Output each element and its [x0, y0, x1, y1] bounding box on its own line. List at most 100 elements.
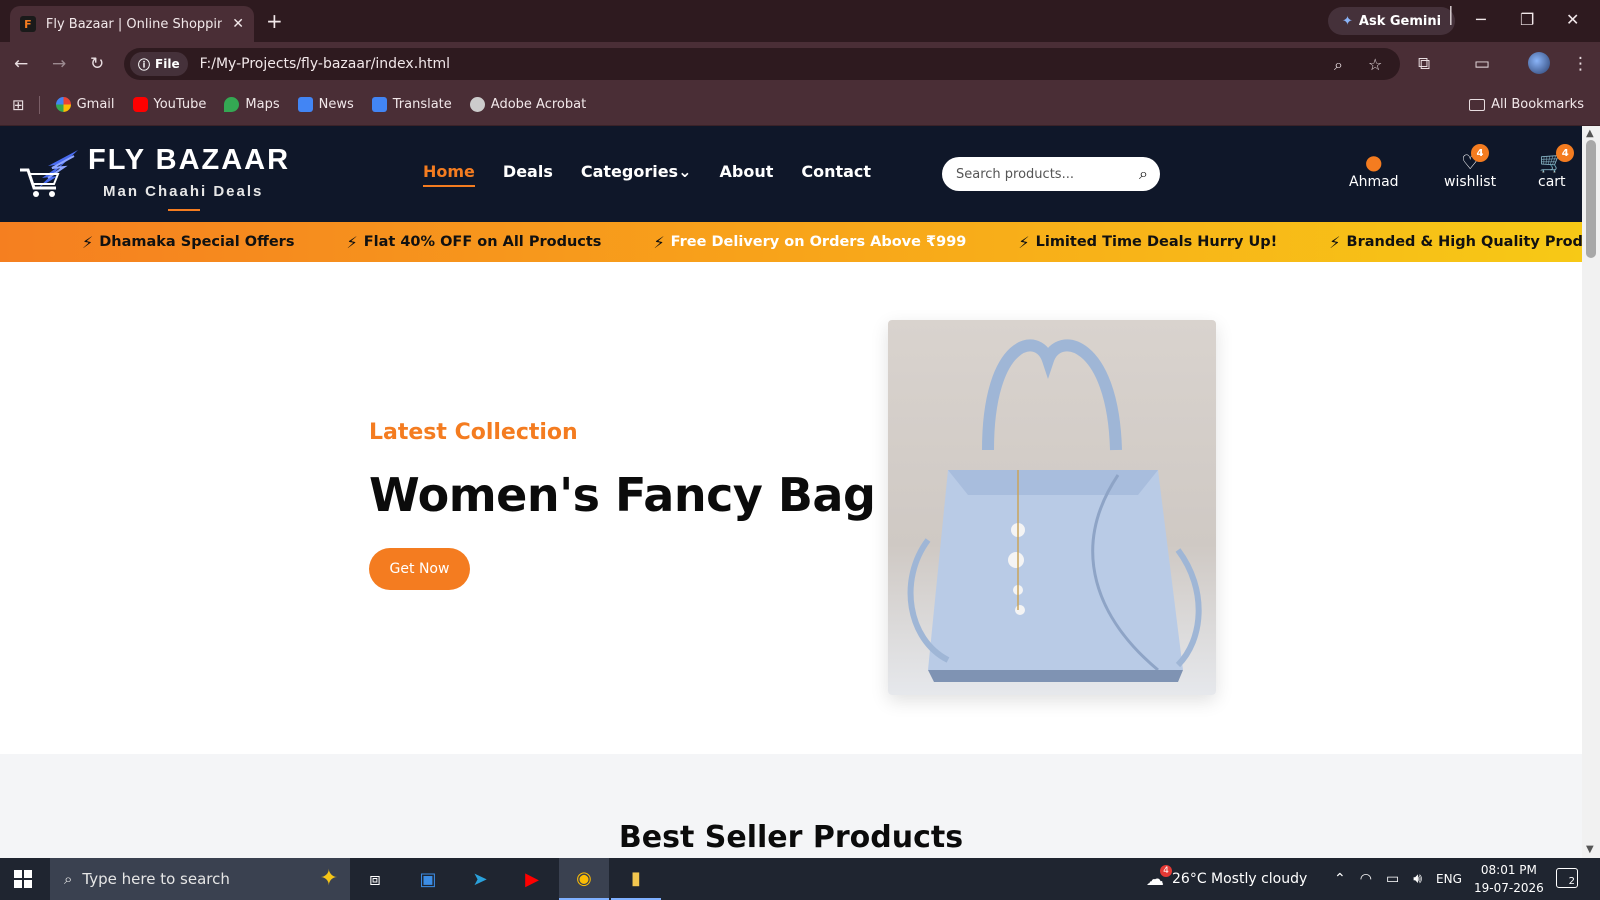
chevron-up-icon[interactable]: ⌃ [1334, 871, 1346, 887]
taskbar-search[interactable]: ⌕ Type here to search ✦ [50, 858, 350, 900]
ask-gemini-button[interactable]: ✦ Ask Gemini [1328, 7, 1456, 35]
browser-tab[interactable]: F Fly Bazaar | Online Shopping fo ✕ [10, 6, 254, 42]
battery-icon[interactable]: ▭ [1386, 871, 1399, 887]
ticker-item: ⚡ Flat 40% OFF on All Products [346, 233, 601, 252]
clock-time: 08:01 PM [1480, 863, 1537, 877]
bookmark-adobe-acrobat[interactable]: Adobe Acrobat [469, 97, 587, 112]
hero-product-image[interactable] [888, 320, 1216, 695]
language-indicator[interactable]: ENG [1436, 872, 1462, 886]
nav-deals[interactable]: Deals [503, 162, 553, 181]
task-view-icon[interactable]: ⧈ [350, 858, 400, 900]
cart-button[interactable]: 🛒 4 cart [1538, 144, 1575, 190]
copilot-sparkle-icon[interactable]: ✦ [320, 866, 338, 891]
cart-wing-logo-icon[interactable] [18, 148, 80, 200]
bookmark-youtube[interactable]: YouTube [132, 97, 206, 112]
minimize-icon[interactable]: ─ [1476, 10, 1486, 29]
wifi-icon[interactable]: ◠ [1360, 871, 1372, 887]
extensions-icon[interactable]: ⧉ [1418, 54, 1430, 74]
file-explorer-icon[interactable]: ▮ [611, 858, 661, 900]
scroll-thumb[interactable] [1586, 140, 1596, 258]
search-input[interactable] [956, 166, 1140, 182]
notification-count: 2 [1568, 876, 1575, 887]
lightning-icon: ⚡ [1329, 232, 1341, 252]
site-favicon: F [20, 16, 36, 32]
system-clock[interactable]: 08:01 PM 19-07-2026 [1474, 861, 1544, 897]
news-icon [297, 97, 313, 112]
bookmark-maps[interactable]: Maps [224, 97, 280, 112]
folder-icon [1469, 98, 1486, 111]
zoom-icon[interactable]: ⌕ [1334, 55, 1343, 75]
lightning-icon: ⚡ [653, 232, 665, 252]
close-icon[interactable]: ✕ [232, 16, 244, 32]
chevron-down-icon: ⌄ [678, 162, 692, 181]
tab-title: Fly Bazaar | Online Shopping fo [45, 16, 223, 32]
wishlist-button[interactable]: ♡ 4 wishlist [1444, 144, 1497, 190]
bookmark-gmail[interactable]: Gmail [55, 97, 115, 112]
file-chip-label: File [155, 57, 180, 71]
ticker-text: Free Delivery on Orders Above ₹999 [670, 234, 967, 250]
site-header: FLY BAZAAR Man Chaahi Deals Home Deals C… [0, 126, 1582, 222]
new-tab-button[interactable]: + [266, 9, 283, 33]
wishlist-label: wishlist [1444, 174, 1497, 190]
all-bookmarks-button[interactable]: All Bookmarks [1469, 97, 1584, 112]
ticker-item: ⚡ Dhamaka Special Offers [82, 233, 294, 252]
windows-start-icon[interactable] [14, 870, 32, 888]
bookmark-label: Adobe Acrobat [490, 97, 587, 112]
bookmarks-bar: ⊞ Gmail YouTube Maps News Translate Adob… [0, 84, 1600, 126]
nav-contact[interactable]: Contact [801, 162, 871, 181]
weather-widget[interactable]: ☁ 4 26°C Mostly cloudy [1146, 858, 1307, 900]
tagline-underline [168, 209, 200, 211]
bookmark-news[interactable]: News [297, 97, 354, 112]
clock-date: 19-07-2026 [1474, 881, 1544, 895]
brand-name[interactable]: FLY BAZAAR [88, 144, 290, 177]
get-now-button[interactable]: Get Now [369, 548, 470, 590]
ticker-text: Flat 40% OFF on All Products [363, 234, 602, 250]
telegram-icon[interactable]: ➤ [455, 858, 505, 900]
forward-icon[interactable]: → [52, 54, 66, 74]
user-account-button[interactable]: ● Ahmad [1349, 150, 1399, 190]
tab-search-icon[interactable]: ▭ [1474, 54, 1490, 74]
ask-gemini-label: Ask Gemini [1358, 13, 1442, 29]
bookmarks-separator [38, 95, 40, 114]
maps-icon [224, 97, 240, 112]
translate-icon [371, 97, 387, 112]
scroll-down-icon[interactable]: ▼ [1586, 844, 1594, 855]
bookmark-translate[interactable]: Translate [371, 97, 452, 112]
bookmark-star-icon[interactable]: ☆ [1368, 55, 1382, 74]
restore-icon[interactable]: ❐ [1520, 10, 1534, 29]
notification-icon[interactable]: 2 [1556, 868, 1578, 888]
best-seller-section: Best Seller Products [0, 754, 1582, 858]
volume-icon[interactable]: 🔊︎ [1413, 871, 1422, 887]
search-icon[interactable]: ⌕ [1139, 164, 1148, 184]
apps-grid-icon[interactable]: ⊞ [12, 96, 25, 114]
search-icon: ⌕ [64, 870, 73, 888]
address-bar[interactable]: ⓘ File F:/My-Projects/fly-bazaar/index.h… [124, 48, 1400, 80]
chrome-icon[interactable]: ◉ [559, 858, 609, 900]
reload-icon[interactable]: ↻ [90, 54, 104, 74]
wishlist-count-badge: 4 [1471, 144, 1489, 162]
page-scrollbar[interactable]: ▲ ▼ [1582, 126, 1600, 858]
youtube-icon [132, 97, 148, 112]
menu-icon[interactable]: ⋮ [1572, 54, 1589, 74]
nav-home[interactable]: Home [423, 162, 475, 187]
hero-section: Latest Collection Women's Fancy Bag Get … [0, 262, 1582, 752]
cart-icon: 🛒 4 [1539, 144, 1575, 174]
youtube-app-icon[interactable]: ▶ [507, 858, 557, 900]
cart-label: cart [1538, 174, 1566, 190]
browser-tab-bar: F Fly Bazaar | Online Shopping fo ✕ + ✦ … [0, 0, 1600, 42]
nav-categories[interactable]: Categories⌄ [581, 162, 692, 181]
nav-categories-label: Categories [580, 162, 679, 181]
nav-about[interactable]: About [719, 162, 773, 181]
remote-desktop-icon[interactable]: ▣ [403, 858, 453, 900]
best-seller-title: Best Seller Products [618, 820, 964, 855]
profile-avatar[interactable] [1528, 52, 1550, 74]
heart-icon: ♡ 4 [1461, 144, 1489, 174]
lightning-icon: ⚡ [1018, 232, 1030, 252]
url-text[interactable]: F:/My-Projects/fly-bazaar/index.html [200, 56, 450, 72]
back-icon[interactable]: ← [14, 54, 28, 74]
info-icon: ⓘ [138, 57, 151, 72]
scroll-up-icon[interactable]: ▲ [1586, 128, 1594, 139]
site-info-chip[interactable]: ⓘ File [130, 52, 188, 76]
close-window-icon[interactable]: ✕ [1566, 10, 1579, 29]
globe-icon [469, 97, 485, 112]
